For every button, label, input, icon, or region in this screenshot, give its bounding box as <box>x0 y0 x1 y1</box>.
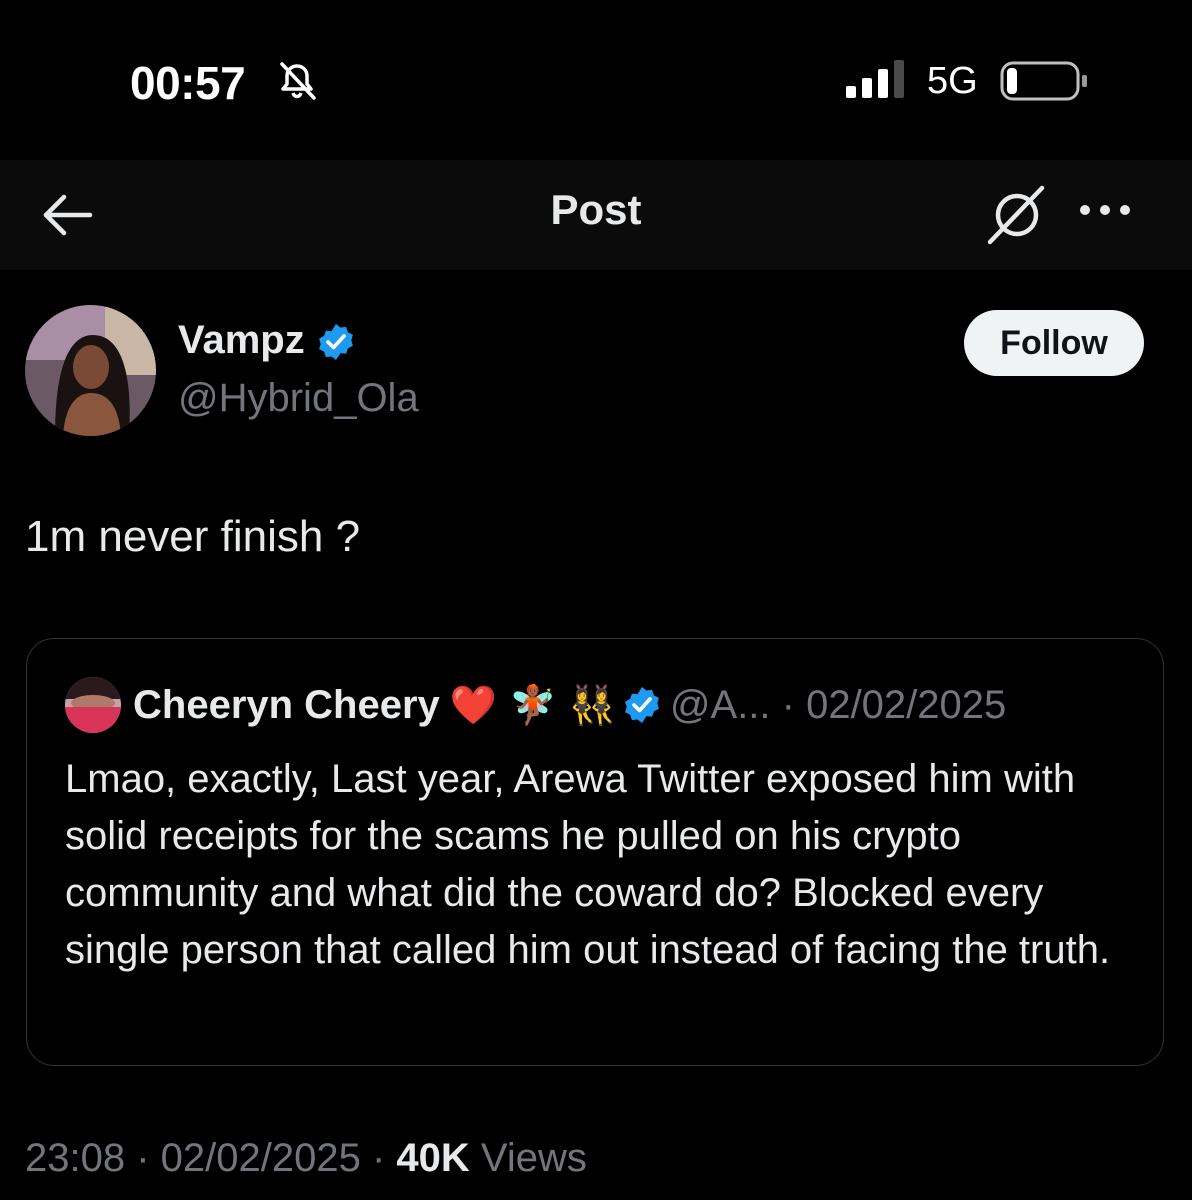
author-name[interactable]: Vampz <box>178 318 356 363</box>
quoted-post-text: Lmao, exactly, Last year, Arewa Twitter … <box>65 757 1111 972</box>
follow-button[interactable]: Follow <box>964 310 1144 376</box>
verified-badge-icon <box>318 324 353 361</box>
views-count: 40K <box>396 1136 470 1180</box>
grok-icon[interactable] <box>984 182 1050 248</box>
bell-slash-icon <box>280 62 316 100</box>
quoted-handle-date: @A... · 02/02/2025 <box>669 682 1007 727</box>
status-time: 00:57 <box>130 57 246 109</box>
more-icon[interactable] <box>1076 190 1134 230</box>
battery-icon <box>1000 61 1087 101</box>
status-bar: 00:57 5G <box>0 0 1192 160</box>
quoted-post[interactable]: Cheeryn Cheery ❤️ 🧚🏾 👯‍♀️ @A... · 02/02/… <box>26 638 1164 1066</box>
signal-icon <box>846 60 904 98</box>
quoted-post-header: Cheeryn Cheery ❤️ 🧚🏾 👯‍♀️ @A... · 02/02/… <box>65 677 1006 733</box>
author-name-text: Vampz <box>178 318 305 362</box>
author-avatar[interactable] <box>25 305 156 436</box>
quoted-author-avatar <box>65 677 121 733</box>
quoted-author-emojis: ❤️ 🧚🏾 👯‍♀️ <box>449 682 616 727</box>
post-meta: 23:08 · 02/02/2025 · 40K Views <box>25 1136 587 1181</box>
quoted-author-name: Cheeryn Cheery <box>133 682 440 727</box>
post-timestamp: 23:08 · 02/02/2025 · <box>25 1136 397 1180</box>
post-text: 1m never finish ? <box>25 512 361 561</box>
network-type: 5G <box>927 60 978 102</box>
quoted-verified-badge-icon <box>625 687 659 723</box>
nav-header: Post <box>0 160 1192 270</box>
views-label: Views <box>469 1136 587 1180</box>
author-handle[interactable]: @Hybrid_Ola <box>178 376 419 421</box>
